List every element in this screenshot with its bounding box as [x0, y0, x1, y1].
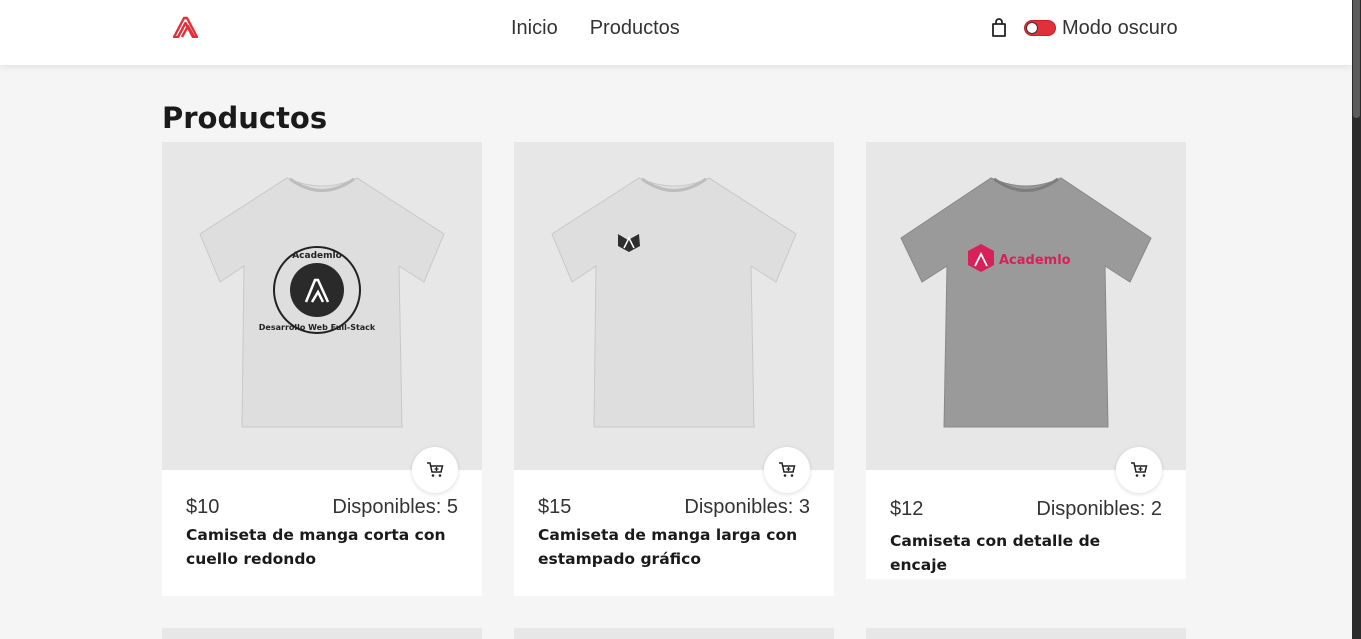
product-price: $10: [186, 496, 220, 518]
add-to-cart-button[interactable]: [764, 447, 810, 493]
product-stock: Disponibles: 5: [332, 496, 458, 518]
product-name: Camiseta de manga corta con cuello redon…: [186, 526, 446, 568]
shopping-bag-icon[interactable]: [990, 18, 1008, 38]
dark-mode-label: Modo oscuro: [1062, 16, 1178, 39]
cart-plus-icon: [427, 462, 444, 477]
toggle-knob: [1026, 22, 1038, 34]
header-tools: Modo oscuro: [990, 15, 1178, 41]
product-name: Camiseta de manga larga con estampado gr…: [538, 526, 798, 568]
product-card: Academlo Desarrollo Web Full-Stack $10 D…: [162, 142, 482, 596]
dark-mode-toggle[interactable]: [1024, 20, 1056, 36]
top-navbar: Inicio Productos Modo oscuro: [0, 0, 1352, 65]
academlo-logo[interactable]: [171, 16, 201, 38]
nav-productos[interactable]: Productos: [590, 15, 680, 41]
product-card-next: [514, 628, 834, 639]
product-name: Camiseta con detalle de encaje: [890, 532, 1101, 574]
product-stock: Disponibles: 3: [684, 496, 810, 518]
product-card-next: [866, 628, 1186, 639]
product-image[interactable]: Academlo Desarrollo Web Full-Stack: [162, 142, 482, 470]
shirt-print-text: Academlo: [292, 251, 342, 261]
product-card: $15 Disponibles: 3 Camiseta de manga lar…: [514, 142, 834, 596]
product-card-next: [162, 628, 482, 639]
cart-plus-icon: [1131, 462, 1148, 477]
product-stock: Disponibles: 2: [1036, 498, 1162, 520]
tshirt-image: Academlo: [900, 177, 1152, 428]
nav-inicio[interactable]: Inicio: [511, 15, 558, 41]
add-to-cart-button[interactable]: [1116, 447, 1162, 493]
product-price: $15: [538, 496, 572, 518]
product-image[interactable]: [514, 142, 834, 470]
main-nav: Inicio Productos: [511, 15, 680, 41]
product-image[interactable]: Academlo: [866, 142, 1186, 470]
scrollbar-thumb[interactable]: [1353, 0, 1360, 118]
shirt-print-text: Academlo: [999, 253, 1071, 268]
product-card: Academlo $12 Disponibles: 2 Camiseta con…: [866, 142, 1186, 579]
product-price: $12: [890, 498, 924, 520]
shirt-print-subtext: Desarrollo Web Full-Stack: [259, 323, 376, 332]
tshirt-image: Academlo Desarrollo Web Full-Stack: [199, 177, 445, 428]
cart-plus-icon: [779, 462, 796, 477]
add-to-cart-button[interactable]: [412, 447, 458, 493]
tshirt-image: [551, 177, 797, 428]
scrollbar[interactable]: [1352, 0, 1361, 639]
page-title: Productos: [162, 101, 328, 135]
